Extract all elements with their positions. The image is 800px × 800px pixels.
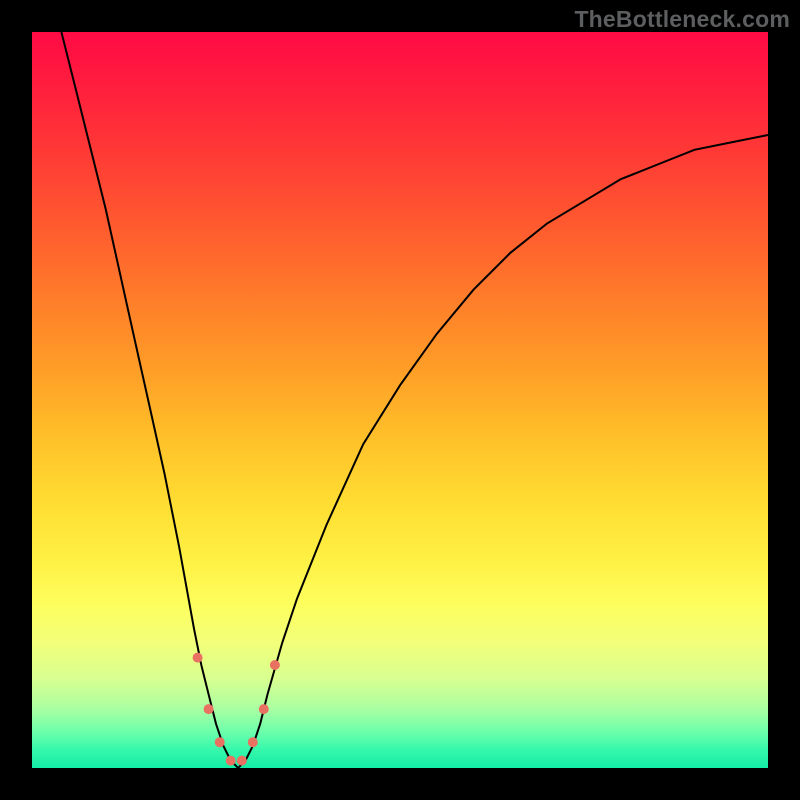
curve-marker-dot <box>270 660 280 670</box>
curve-marker-dot <box>193 653 203 663</box>
bottleneck-curve <box>61 32 768 768</box>
curve-markers <box>193 653 280 766</box>
plot-area <box>32 32 768 768</box>
curve-line <box>61 32 768 768</box>
chart-svg <box>32 32 768 768</box>
curve-marker-dot <box>259 704 269 714</box>
curve-marker-dot <box>226 756 236 766</box>
curve-marker-dot <box>204 704 214 714</box>
outer-frame: TheBottleneck.com <box>0 0 800 800</box>
curve-marker-dot <box>215 737 225 747</box>
watermark-text: TheBottleneck.com <box>574 6 790 33</box>
curve-marker-dot <box>237 756 247 766</box>
curve-marker-dot <box>248 737 258 747</box>
